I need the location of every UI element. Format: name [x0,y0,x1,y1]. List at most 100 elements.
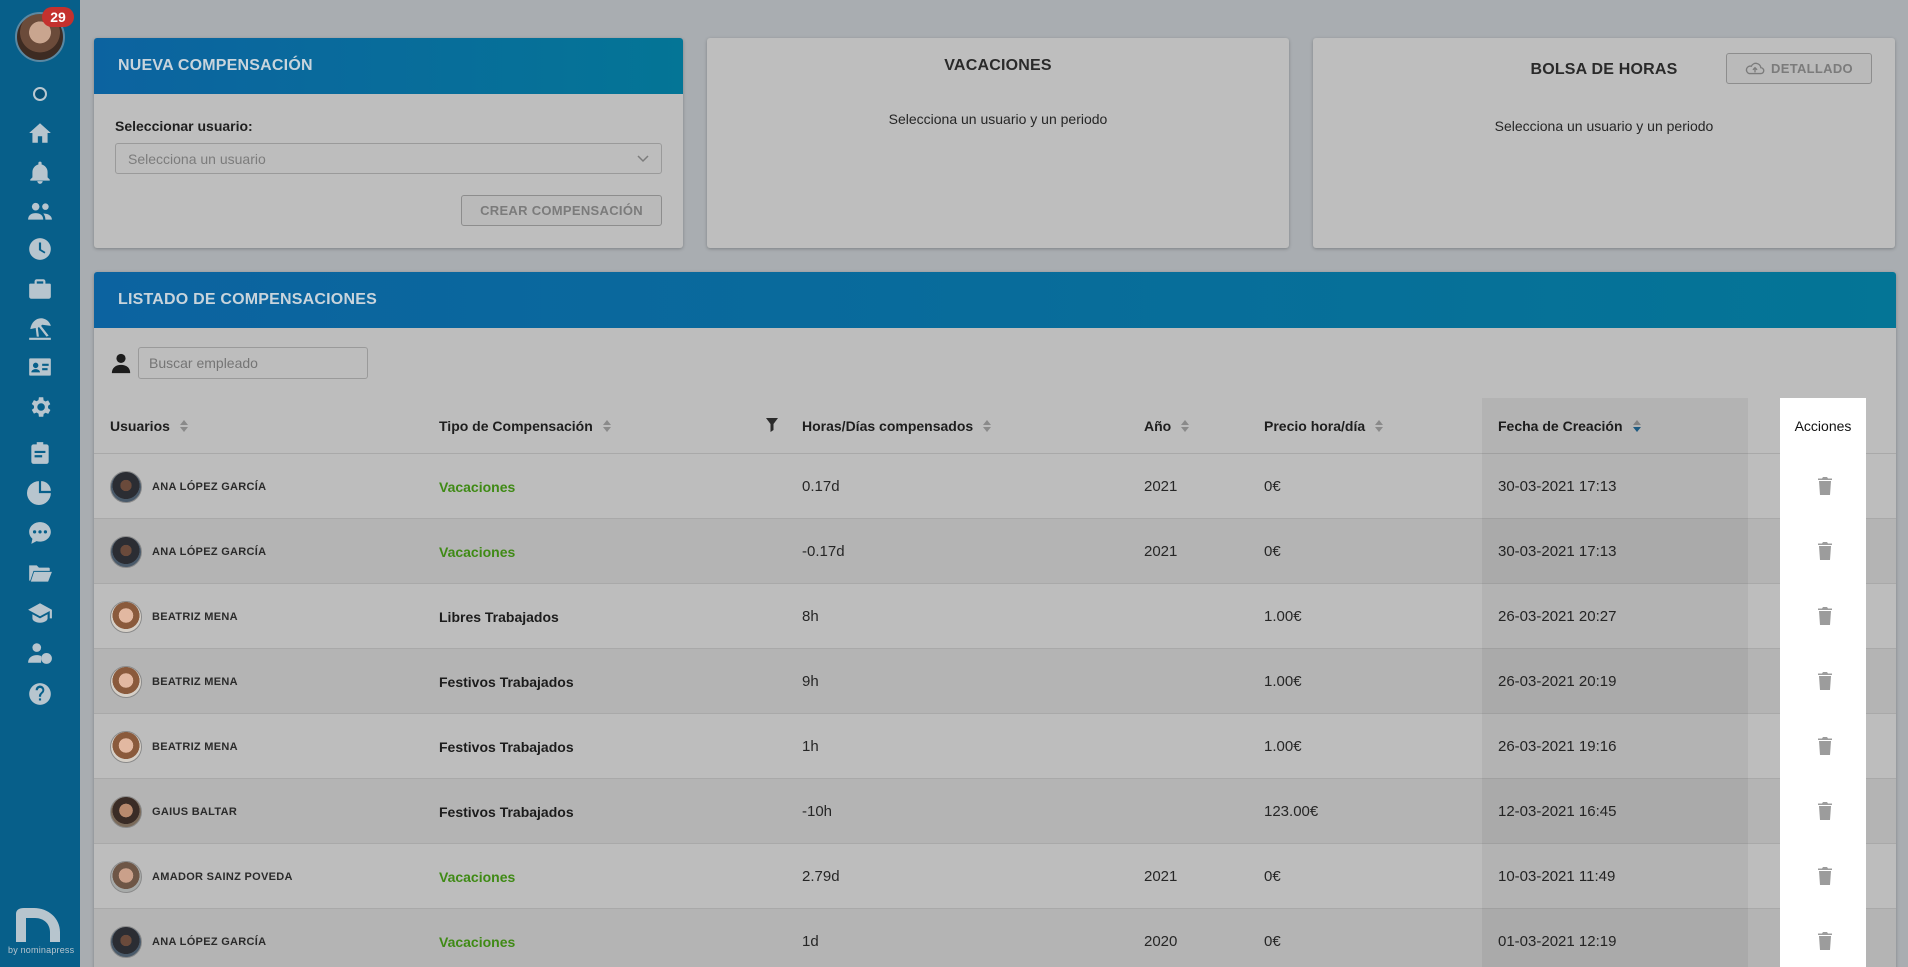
column-usuarios[interactable]: Usuarios [110,398,188,453]
trash-icon[interactable] [1818,477,1832,495]
help-icon[interactable] [25,679,55,709]
cell-horas: -10h [802,803,833,820]
cell-tipo: Vacaciones [439,844,515,909]
user-name: ANA LÓPEZ GARCÍA [152,545,267,558]
cell-horas: 0.17d [802,478,840,495]
cell-usuario: AMADOR SAINZ POVEDA [110,844,293,909]
cell-precio: 123.00€ [1264,803,1319,820]
bolsa-de-horas-panel: BOLSA DE HORAS DETALLADO Selecciona un u… [1313,38,1895,248]
cell-precio: 0€ [1264,933,1281,950]
cell-usuario: GAIUS BALTAR [110,779,237,844]
cell-usuario: ANA LÓPEZ GARCÍA [110,909,266,967]
users-icon[interactable] [25,196,55,226]
avatar [110,665,142,698]
cell-anio: 2021 [1144,543,1178,560]
clock-icon[interactable] [25,234,55,264]
cell-horas: 2.79d [802,868,840,885]
id-card-icon[interactable] [25,352,55,382]
cell-tipo: Festivos Trabajados [439,714,574,779]
sort-icon[interactable] [602,419,611,433]
cell-horas: 9h [802,673,819,690]
graduation-icon[interactable] [25,598,55,628]
cell-anio: 2021 [1144,868,1178,885]
column-horas-label: Horas/Días compensados [802,417,974,434]
column-usuarios-label: Usuarios [110,417,170,434]
user-select[interactable]: Selecciona un usuario [115,143,662,174]
cell-horas: 1d [802,933,819,950]
column-anio[interactable]: Año [1144,398,1190,453]
cell-horas: 1h [802,738,819,755]
create-compensation-button[interactable]: CREAR COMPENSACIÓN [461,195,662,226]
column-precio[interactable]: Precio hora/día [1264,398,1384,453]
cell-horas: -0.17d [802,543,845,560]
sort-icon[interactable] [1375,419,1384,433]
cell-anio: 2020 [1144,933,1178,950]
cell-usuario: BEATRIZ MENA [110,649,238,714]
vacaciones-title: VACACIONES [944,57,1052,74]
nominapress-logo [16,908,60,942]
trash-icon[interactable] [1818,672,1832,690]
listado-header: LISTADO DE COMPENSACIONES [94,272,1896,328]
compensation-type: Festivos Trabajados [439,738,574,755]
cell-precio: 0€ [1264,868,1281,885]
sort-icon[interactable] [1181,419,1190,433]
trash-icon[interactable] [1818,607,1832,625]
sort-icon[interactable] [179,419,188,433]
avatar [110,860,142,893]
cell-tipo: Vacaciones [439,909,515,967]
column-anio-label: Año [1144,417,1172,434]
detallado-button[interactable]: DETALLADO [1726,53,1872,84]
clipboard-icon[interactable] [25,438,55,468]
briefcase-icon[interactable] [25,274,55,304]
cell-horas: 8h [802,608,819,625]
beach-icon[interactable] [25,313,55,343]
trash-icon[interactable] [1818,737,1832,755]
pie-chart-icon[interactable] [25,477,55,507]
chat-icon[interactable] [25,518,55,548]
folder-icon[interactable] [25,558,55,588]
column-horas[interactable]: Horas/Días compensados [802,398,992,453]
compensation-type: Vacaciones [439,933,516,950]
bolsa-message: Selecciona un usuario y un periodo [1494,118,1714,134]
column-tipo[interactable]: Tipo de Compensación [439,398,611,453]
filter-icon[interactable] [766,418,778,432]
avatar [110,470,142,503]
cell-usuario: BEATRIZ MENA [110,714,238,779]
cell-precio: 0€ [1264,478,1281,495]
search-row [110,347,368,379]
cell-usuario: ANA LÓPEZ GARCÍA [110,454,266,519]
avatar [110,535,142,568]
brand-caption: by nominapress [8,945,75,955]
nueva-compensacion-header: NUEVA COMPENSACIÓN [94,38,683,94]
user-money-icon[interactable] [25,638,55,668]
compensation-type: Festivos Trabajados [439,673,574,690]
trash-icon[interactable] [1818,867,1832,885]
sort-icon[interactable] [983,419,992,433]
avatar [110,795,142,828]
user-name: ANA LÓPEZ GARCÍA [152,480,267,493]
cell-precio: 0€ [1264,543,1281,560]
user-name: AMADOR SAINZ POVEDA [152,870,293,883]
compensation-type: Vacaciones [439,868,516,885]
vacaciones-message: Selecciona un usuario y un periodo [888,111,1108,127]
cell-anio: 2021 [1144,478,1178,495]
user-select-placeholder: Selecciona un usuario [128,150,266,167]
cell-tipo: Festivos Trabajados [439,779,574,844]
detallado-label: DETALLADO [1771,61,1853,76]
gear-icon[interactable] [25,392,55,422]
home-icon[interactable] [25,118,55,148]
trash-icon[interactable] [1818,542,1832,560]
notification-badge[interactable]: 29 [42,7,74,27]
nueva-compensacion-panel: NUEVA COMPENSACIÓN Seleccionar usuario: … [94,38,683,248]
search-employee-input[interactable] [138,347,368,379]
avatar [110,600,142,633]
select-user-label: Seleccionar usuario: [115,118,253,134]
column-tipo-label: Tipo de Compensación [439,417,593,434]
trash-icon[interactable] [1818,932,1832,950]
user-name: GAIUS BALTAR [152,805,238,818]
bell-icon[interactable] [25,158,55,188]
trash-icon[interactable] [1818,802,1832,820]
avatar [110,925,142,958]
column-acciones-label: Acciones [1794,417,1852,434]
user-name: ANA LÓPEZ GARCÍA [152,935,267,948]
